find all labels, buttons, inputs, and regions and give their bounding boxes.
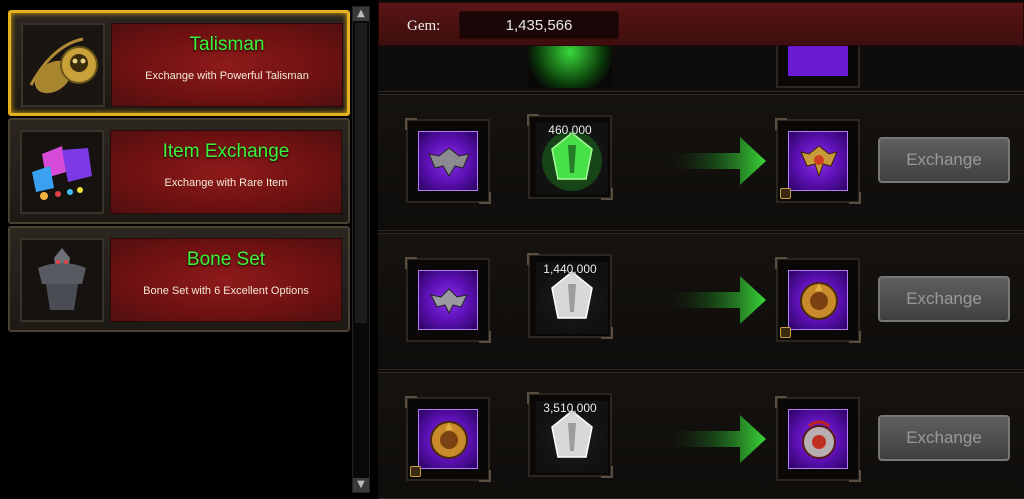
category-info: Item Exchange Exchange with Rare Item <box>110 130 342 214</box>
cost-gem-slot: 3,510,000 <box>527 392 613 478</box>
cost-gem-slot: 460,000 <box>527 114 613 200</box>
scroll-thumb[interactable] <box>355 23 367 323</box>
gem-label: Gem: <box>407 18 441 34</box>
item-slot <box>776 46 860 88</box>
category-title: Talisman <box>189 34 265 55</box>
bone-armor-icon <box>20 238 104 322</box>
gem-value: 1,435,566 <box>505 17 573 34</box>
category-info: Bone Set Bone Set with 6 Excellent Optio… <box>110 238 342 322</box>
cost-label: 3,510,000 <box>543 401 597 415</box>
cost-gem-slot: 1,440,000 <box>527 253 613 339</box>
category-info: Talisman Exchange with Powerful Talisman <box>111 23 343 107</box>
talisman-crest-icon <box>788 131 848 191</box>
category-description: Bone Set with 6 Excellent Options <box>143 285 309 297</box>
exchange-button[interactable]: Exchange <box>878 415 1010 461</box>
winged-emblem-icon <box>418 131 478 191</box>
category-title: Bone Set <box>186 249 266 270</box>
category-description: Exchange with Rare Item <box>164 177 288 189</box>
lock-icon <box>410 466 421 477</box>
output-item-slot[interactable] <box>775 396 861 482</box>
category-bone-set[interactable]: Bone Set Bone Set with 6 Excellent Optio… <box>8 226 350 332</box>
exchange-row: 3,510,000 Exchange <box>378 372 1024 499</box>
arrow-right-icon <box>666 276 766 324</box>
exchange-button[interactable]: Exchange <box>878 137 1010 183</box>
arrow-right-icon <box>666 137 766 185</box>
gems-pile-icon <box>20 130 104 214</box>
talisman-medallion-icon <box>418 409 478 469</box>
lock-icon <box>780 188 791 199</box>
input-item-slot[interactable] <box>405 257 491 343</box>
exchange-row-partial <box>378 46 1024 92</box>
cost-label: 1,440,000 <box>543 262 597 276</box>
green-gem-icon <box>528 46 612 88</box>
gem-value-box: 1,435,566 <box>459 11 619 39</box>
purple-item-bg <box>788 46 848 76</box>
arrow-right-icon <box>666 415 766 463</box>
scroll-down-icon[interactable]: ▼ <box>353 478 369 492</box>
scroll-up-icon[interactable]: ▲ <box>353 7 369 21</box>
category-description: Exchange with Powerful Talisman <box>145 70 309 82</box>
exchange-panel: Gem: 1,435,566 460,000 Exchange 1,440,00… <box>378 0 1024 499</box>
category-panel: Talisman Exchange with Powerful Talisman… <box>0 0 376 499</box>
output-item-slot[interactable] <box>775 118 861 204</box>
exchange-row: 460,000 Exchange <box>378 94 1024 231</box>
winged-emblem-icon <box>418 270 478 330</box>
category-title: Item Exchange <box>162 141 290 162</box>
cost-label: 460,000 <box>548 123 592 137</box>
lock-icon <box>780 327 791 338</box>
talisman-icon <box>21 23 105 107</box>
talisman-medallion-icon <box>788 270 848 330</box>
input-item-slot[interactable] <box>405 118 491 204</box>
category-scrollbar[interactable]: ▲ ▼ <box>352 6 370 493</box>
exchange-row: 1,440,000 Exchange <box>378 233 1024 370</box>
category-item-exchange[interactable]: Item Exchange Exchange with Rare Item <box>8 118 350 224</box>
exchange-button[interactable]: Exchange <box>878 276 1010 322</box>
category-talisman[interactable]: Talisman Exchange with Powerful Talisman <box>8 10 350 116</box>
gem-balance-bar: Gem: 1,435,566 <box>378 2 1024 46</box>
input-item-slot[interactable] <box>405 396 491 482</box>
output-item-slot[interactable] <box>775 257 861 343</box>
talisman-orb-icon <box>788 409 848 469</box>
